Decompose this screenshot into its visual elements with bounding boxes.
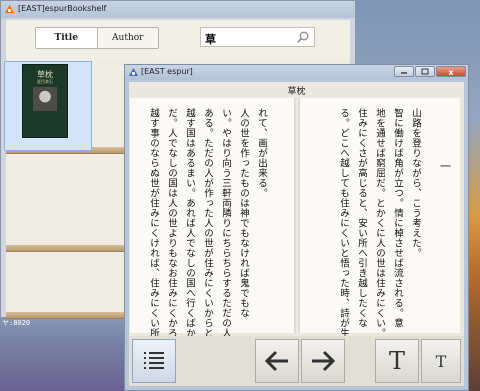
text-column: 越す国はあるまい。あれば人でなしの国へ行くばかり [184, 108, 195, 348]
app-icon [129, 68, 138, 76]
reader-book-title: 草枕 [287, 87, 306, 97]
text-column: 住みにくさが高じると、安い所へ引き越したくな [356, 108, 367, 328]
book-cover[interactable]: 草枕 夏目漱石 [22, 64, 68, 138]
right-page[interactable]: 一 山路を登りながら、こう考えた。 智に働けば角が立つ。情に棹させば流される。意… [300, 98, 460, 338]
search-box [200, 27, 315, 47]
text-column: る。どこへ越しても住みにくいと悟った時、詩が生 [338, 108, 349, 338]
close-button[interactable]: x [436, 66, 466, 77]
list-icon [144, 352, 164, 369]
font-larger-button[interactable]: T [375, 339, 419, 383]
text-column: れて、画が出来る。 [256, 108, 267, 198]
text-column: ある。ただの人が作った人の世が住みにくいからとて [202, 108, 213, 348]
chapter-number: 一 [440, 160, 451, 173]
font-small-icon: T [435, 351, 447, 371]
text-column: 越す事のならぬ世が住みにくければ、住みにくい所 [148, 108, 159, 338]
left-page[interactable]: れて、画が出来る。 人の世を作ったものは神でもなければ鬼でもな い。やはり向う三… [130, 98, 294, 358]
bookshelf-titlebar[interactable]: [EAST]espurBookshelf [1, 1, 355, 18]
search-icon[interactable] [296, 30, 310, 44]
book-cover-author: 夏目漱石 [37, 79, 53, 84]
text-column: 人の世を作ったものは神でもなければ鬼でもな [238, 108, 249, 318]
reader-toolbar: T T [129, 336, 464, 386]
reader-titlebar[interactable]: [EAST espur] x [125, 65, 468, 80]
app-icon [5, 5, 14, 13]
window-controls: x [394, 66, 466, 77]
toc-button[interactable] [132, 339, 176, 383]
reader-window-title: [EAST espur] [141, 67, 193, 76]
text-column: 山路を登りながら、こう考えた。 [410, 108, 421, 258]
minimize-icon [401, 72, 407, 74]
font-smaller-button[interactable]: T [421, 339, 461, 383]
text-column: 智に働けば角が立つ。情に棹させば流される。意 [392, 108, 403, 328]
reader-view: 草枕 れて、画が出来る。 人の世を作ったものは神でもなければ鬼でもな い。やはり… [129, 82, 464, 386]
prev-page-button[interactable] [255, 339, 299, 383]
book-cover-portrait [33, 87, 57, 111]
next-page-button[interactable] [301, 339, 345, 383]
bookshelf-window-title: [EAST]espurBookshelf [18, 4, 107, 13]
maximize-button[interactable] [415, 66, 435, 77]
text-column: だ。人でなしの国は人の世よりもなお住みにくかろう。 [166, 108, 177, 358]
reader-window: [EAST espur] x 草枕 れて、画が出来る。 人の世を作ったものは神で… [124, 64, 469, 391]
bookshelf-toolbar: Title Author [6, 20, 350, 60]
text-column: い。やはり向う三軒両隣りにちらちらするただの人で [220, 108, 231, 348]
arrow-right-icon [312, 350, 336, 372]
search-input[interactable] [205, 31, 285, 47]
text-column: 地を通せば窮屈だ。とかくに人の世は住みにくい。 [374, 108, 385, 338]
arrow-left-icon [264, 350, 288, 372]
sort-author-button[interactable]: Author [98, 28, 159, 48]
desktop-label: ヤ:8020 [2, 319, 31, 327]
sort-toggle: Title Author [35, 27, 159, 49]
font-large-icon: T [388, 347, 405, 375]
maximize-icon [421, 68, 429, 75]
minimize-button[interactable] [394, 66, 414, 77]
sort-title-button[interactable]: Title [36, 28, 98, 48]
